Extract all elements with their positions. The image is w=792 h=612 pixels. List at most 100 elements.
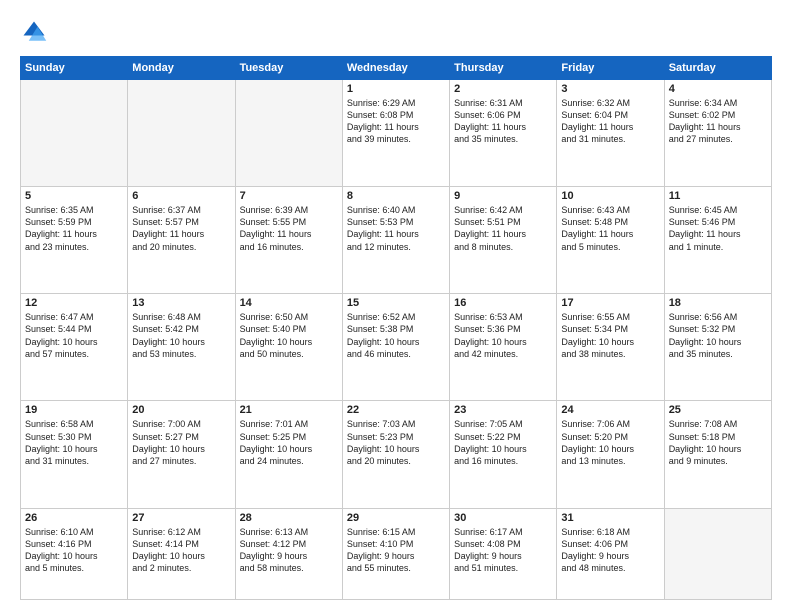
day-number: 25 (669, 404, 767, 416)
cell-content: Sunrise: 6:56 AMSunset: 5:32 PMDaylight:… (669, 311, 767, 360)
calendar-cell: 28Sunrise: 6:13 AMSunset: 4:12 PMDayligh… (235, 508, 342, 600)
cell-content: Sunrise: 6:12 AMSunset: 4:14 PMDaylight:… (132, 526, 230, 575)
day-number: 30 (454, 512, 552, 524)
calendar-cell: 9 Sunrise: 6:42 AMSunset: 5:51 PMDaylight… (450, 187, 557, 294)
calendar-cell: 5 Sunrise: 6:35 AMSunset: 5:59 PMDaylight… (21, 187, 128, 294)
calendar-cell: 14Sunrise: 6:50 AMSunset: 5:40 PMDayligh… (235, 294, 342, 401)
calendar-cell (21, 80, 128, 187)
calendar-week-row: 19 Sunrise: 6:58 AMSunset: 5:30 PMDayligh… (21, 401, 772, 508)
day-number: 14 (240, 297, 338, 309)
weekday-header: Tuesday (235, 57, 342, 80)
cell-content: Sunrise: 7:06 AMSunset: 5:20 PMDaylight:… (561, 418, 659, 467)
calendar-cell: 29 Sunrise: 6:15 AMSunset: 4:10 PMDayligh… (342, 508, 449, 600)
day-number: 17 (561, 297, 659, 309)
day-number: 27 (132, 512, 230, 524)
calendar-cell: 16 Sunrise: 6:53 AMSunset: 5:36 PMDayligh… (450, 294, 557, 401)
calendar-cell: 12 Sunrise: 6:47 AMSunset: 5:44 PMDayligh… (21, 294, 128, 401)
cell-content: Sunrise: 6:42 AMSunset: 5:51 PMDaylight:… (454, 204, 552, 253)
calendar-cell: 6 Sunrise: 6:37 AMSunset: 5:57 PMDaylight… (128, 187, 235, 294)
weekday-header: Thursday (450, 57, 557, 80)
header (20, 18, 772, 46)
day-number: 22 (347, 404, 445, 416)
calendar-cell: 30 Sunrise: 6:17 AMSunset: 4:08 PMDayligh… (450, 508, 557, 600)
calendar-cell: 2 Sunrise: 6:31 AMSunset: 6:06 PMDaylight… (450, 80, 557, 187)
day-number: 4 (669, 83, 767, 95)
logo-icon (20, 18, 48, 46)
day-number: 5 (25, 190, 123, 202)
cell-content: Sunrise: 6:52 AMSunset: 5:38 PMDaylight:… (347, 311, 445, 360)
calendar-cell: 3 Sunrise: 6:32 AMSunset: 6:04 PMDaylight… (557, 80, 664, 187)
calendar-cell: 21 Sunrise: 7:01 AMSunset: 5:25 PMDayligh… (235, 401, 342, 508)
cell-content: Sunrise: 6:58 AMSunset: 5:30 PMDaylight:… (25, 418, 123, 467)
weekday-header: Friday (557, 57, 664, 80)
cell-content: Sunrise: 6:37 AMSunset: 5:57 PMDaylight:… (132, 204, 230, 253)
day-number: 28 (240, 512, 338, 524)
cell-content: Sunrise: 6:34 AMSunset: 6:02 PMDaylight:… (669, 97, 767, 146)
day-number: 31 (561, 512, 659, 524)
day-number: 6 (132, 190, 230, 202)
calendar-week-row: 1Sunrise: 6:29 AMSunset: 6:08 PMDaylight… (21, 80, 772, 187)
calendar-week-row: 12 Sunrise: 6:47 AMSunset: 5:44 PMDayligh… (21, 294, 772, 401)
calendar-cell: 27 Sunrise: 6:12 AMSunset: 4:14 PMDayligh… (128, 508, 235, 600)
cell-content: Sunrise: 7:01 AMSunset: 5:25 PMDaylight:… (240, 418, 338, 467)
day-number: 8 (347, 190, 445, 202)
weekday-header: Monday (128, 57, 235, 80)
calendar-cell: 10Sunrise: 6:43 AMSunset: 5:48 PMDayligh… (557, 187, 664, 294)
cell-content: Sunrise: 6:29 AMSunset: 6:08 PMDaylight:… (347, 97, 445, 146)
cell-content: Sunrise: 6:17 AMSunset: 4:08 PMDaylight:… (454, 526, 552, 575)
calendar-week-row: 26 Sunrise: 6:10 AMSunset: 4:16 PMDayligh… (21, 508, 772, 600)
weekday-header: Saturday (664, 57, 771, 80)
day-number: 2 (454, 83, 552, 95)
cell-content: Sunrise: 6:48 AMSunset: 5:42 PMDaylight:… (132, 311, 230, 360)
calendar-cell: 24 Sunrise: 7:06 AMSunset: 5:20 PMDayligh… (557, 401, 664, 508)
day-number: 3 (561, 83, 659, 95)
day-number: 12 (25, 297, 123, 309)
day-number: 13 (132, 297, 230, 309)
cell-content: Sunrise: 6:10 AMSunset: 4:16 PMDaylight:… (25, 526, 123, 575)
cell-content: Sunrise: 6:53 AMSunset: 5:36 PMDaylight:… (454, 311, 552, 360)
weekday-header: Sunday (21, 57, 128, 80)
cell-content: Sunrise: 6:35 AMSunset: 5:59 PMDaylight:… (25, 204, 123, 253)
calendar-cell (664, 508, 771, 600)
day-number: 29 (347, 512, 445, 524)
day-number: 18 (669, 297, 767, 309)
day-number: 15 (347, 297, 445, 309)
calendar-cell: 19 Sunrise: 6:58 AMSunset: 5:30 PMDayligh… (21, 401, 128, 508)
cell-content: Sunrise: 6:40 AMSunset: 5:53 PMDaylight:… (347, 204, 445, 253)
calendar-cell: 31Sunrise: 6:18 AMSunset: 4:06 PMDayligh… (557, 508, 664, 600)
calendar-cell: 20 Sunrise: 7:00 AMSunset: 5:27 PMDayligh… (128, 401, 235, 508)
calendar-cell: 25Sunrise: 7:08 AMSunset: 5:18 PMDayligh… (664, 401, 771, 508)
calendar-cell (235, 80, 342, 187)
day-number: 10 (561, 190, 659, 202)
day-number: 21 (240, 404, 338, 416)
calendar-table: SundayMondayTuesdayWednesdayThursdayFrid… (20, 56, 772, 600)
cell-content: Sunrise: 6:31 AMSunset: 6:06 PMDaylight:… (454, 97, 552, 146)
cell-content: Sunrise: 7:00 AMSunset: 5:27 PMDaylight:… (132, 418, 230, 467)
calendar-cell: 7Sunrise: 6:39 AMSunset: 5:55 PMDaylight… (235, 187, 342, 294)
cell-content: Sunrise: 7:03 AMSunset: 5:23 PMDaylight:… (347, 418, 445, 467)
day-number: 16 (454, 297, 552, 309)
day-number: 11 (669, 190, 767, 202)
calendar-cell: 15 Sunrise: 6:52 AMSunset: 5:38 PMDayligh… (342, 294, 449, 401)
calendar-cell: 17 Sunrise: 6:55 AMSunset: 5:34 PMDayligh… (557, 294, 664, 401)
calendar-cell: 23Sunrise: 7:05 AMSunset: 5:22 PMDayligh… (450, 401, 557, 508)
day-number: 23 (454, 404, 552, 416)
calendar-cell: 18 Sunrise: 6:56 AMSunset: 5:32 PMDayligh… (664, 294, 771, 401)
cell-content: Sunrise: 6:45 AMSunset: 5:46 PMDaylight:… (669, 204, 767, 253)
cell-content: Sunrise: 6:15 AMSunset: 4:10 PMDaylight:… (347, 526, 445, 575)
weekday-header: Wednesday (342, 57, 449, 80)
cell-content: Sunrise: 6:39 AMSunset: 5:55 PMDaylight:… (240, 204, 338, 253)
day-number: 19 (25, 404, 123, 416)
cell-content: Sunrise: 6:32 AMSunset: 6:04 PMDaylight:… (561, 97, 659, 146)
day-number: 24 (561, 404, 659, 416)
cell-content: Sunrise: 6:47 AMSunset: 5:44 PMDaylight:… (25, 311, 123, 360)
cell-content: Sunrise: 6:55 AMSunset: 5:34 PMDaylight:… (561, 311, 659, 360)
day-number: 20 (132, 404, 230, 416)
calendar-cell: 8 Sunrise: 6:40 AMSunset: 5:53 PMDaylight… (342, 187, 449, 294)
logo (20, 18, 52, 46)
calendar-header-row: SundayMondayTuesdayWednesdayThursdayFrid… (21, 57, 772, 80)
calendar-cell: 22 Sunrise: 7:03 AMSunset: 5:23 PMDayligh… (342, 401, 449, 508)
day-number: 9 (454, 190, 552, 202)
calendar-cell: 26 Sunrise: 6:10 AMSunset: 4:16 PMDayligh… (21, 508, 128, 600)
day-number: 26 (25, 512, 123, 524)
